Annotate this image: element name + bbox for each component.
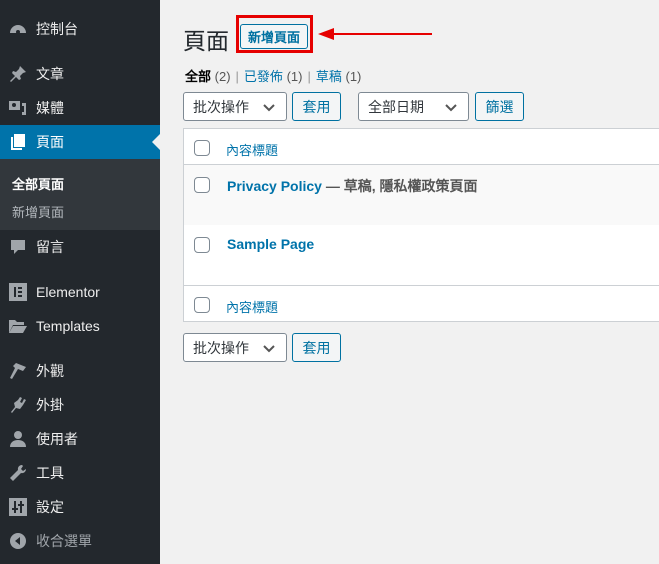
column-title-footer[interactable]: 內容標題: [226, 297, 278, 316]
sidebar-item-elementor[interactable]: Elementor: [0, 275, 160, 309]
highlight-box: [236, 15, 313, 53]
sidebar-item-label: 設定: [36, 499, 64, 515]
sidebar-item-comments[interactable]: 留言: [0, 230, 160, 264]
sidebar-item-label: 收合選單: [36, 533, 92, 549]
elementor-icon: [0, 283, 36, 301]
chevron-down-icon: [263, 104, 275, 112]
sidebar-item-label: 工具: [36, 465, 64, 481]
sidebar-item-label: 外觀: [36, 363, 64, 379]
sidebar-item-label: 媒體: [36, 100, 64, 116]
pin-icon: [0, 64, 36, 84]
date-filter-select[interactable]: 全部日期: [358, 92, 469, 121]
sidebar-item-templates[interactable]: Templates: [0, 309, 160, 343]
sidebar-item-label: 頁面: [36, 134, 64, 150]
sidebar-item-users[interactable]: 使用者: [0, 422, 160, 456]
apply-button[interactable]: 套用: [292, 92, 341, 121]
user-icon: [0, 429, 36, 449]
page-title: 頁面: [183, 28, 229, 54]
select-all-checkbox[interactable]: [194, 297, 210, 313]
main-content: 頁面 新增頁面 全部 (2) | 已發佈 (1) | 草稿 (1) 批次操作 套用 全部…: [160, 0, 659, 564]
pages-table: 內容標題 Privacy Policy — 草稿, 隱私權政策頁面 Sample…: [183, 128, 659, 322]
sidebar-item-dashboard[interactable]: 控制台: [0, 12, 160, 46]
settings-icon: [0, 498, 36, 516]
filter-count: (1): [345, 69, 362, 84]
sidebar-item-label: Elementor: [36, 284, 100, 300]
submenu-add-new[interactable]: 新增頁面: [12, 202, 64, 221]
chevron-down-icon: [445, 104, 457, 112]
sidebar-item-appearance[interactable]: 外觀: [0, 354, 160, 388]
select-value: 全部日期: [368, 98, 424, 115]
select-value: 批次操作: [193, 339, 249, 356]
page-state: — 草稿, 隱私權政策頁面: [321, 178, 478, 194]
filter-count: (2): [214, 69, 231, 84]
folder-icon: [0, 317, 36, 335]
sidebar-item-posts[interactable]: 文章: [0, 57, 160, 91]
filter-all[interactable]: 全部: [185, 69, 211, 84]
row-checkbox[interactable]: [194, 237, 210, 253]
table-footer: 內容標題: [184, 287, 659, 322]
bulk-action-select[interactable]: 批次操作: [183, 92, 287, 121]
filter-count: (1): [286, 69, 303, 84]
sidebar-item-label: 外掛: [36, 397, 64, 413]
sidebar-item-plugins[interactable]: 外掛: [0, 388, 160, 422]
page-title-link[interactable]: Sample Page: [227, 236, 314, 252]
status-filters: 全部 (2) | 已發佈 (1) | 草稿 (1): [185, 69, 362, 84]
submenu-all-pages[interactable]: 全部頁面: [12, 174, 64, 193]
filter-button[interactable]: 篩選: [475, 92, 524, 121]
chevron-down-icon: [263, 345, 275, 353]
sidebar-item-label: 留言: [36, 239, 64, 255]
page-title-link[interactable]: Privacy Policy: [227, 178, 322, 194]
sidebar-item-media[interactable]: 媒體: [0, 91, 160, 125]
select-all-checkbox[interactable]: [194, 140, 210, 156]
apply-button-bottom[interactable]: 套用: [292, 333, 341, 362]
collapse-menu-button[interactable]: 收合選單: [0, 524, 160, 558]
pages-icon: [0, 132, 36, 152]
sidebar-item-label: 控制台: [36, 21, 78, 37]
admin-sidebar: 控制台 文章 媒體 頁面 全部頁面 新增頁面 留言 Elementor Temp…: [0, 0, 160, 564]
arrow-annotation: [318, 28, 432, 40]
row-checkbox[interactable]: [194, 177, 210, 193]
pages-submenu: 全部頁面 新增頁面: [0, 159, 160, 230]
table-row: Sample Page: [184, 225, 659, 286]
table-row: Privacy Policy — 草稿, 隱私權政策頁面: [184, 165, 659, 225]
column-title-header[interactable]: 內容標題: [226, 140, 278, 159]
dashboard-icon: [0, 19, 36, 39]
sidebar-item-label: Templates: [36, 318, 100, 334]
filter-published[interactable]: 已發佈: [244, 69, 283, 84]
sidebar-item-label: 使用者: [36, 431, 78, 447]
media-icon: [0, 98, 36, 118]
sidebar-item-pages[interactable]: 頁面: [0, 125, 160, 159]
comment-icon: [0, 237, 36, 257]
filter-draft[interactable]: 草稿: [316, 69, 342, 84]
paintbrush-icon: [0, 361, 36, 381]
collapse-icon: [0, 532, 36, 550]
wrench-icon: [0, 463, 36, 483]
sidebar-item-label: 文章: [36, 66, 64, 82]
select-value: 批次操作: [193, 98, 249, 115]
sidebar-item-tools[interactable]: 工具: [0, 456, 160, 490]
table-header: 內容標題: [184, 129, 659, 165]
plugin-icon: [0, 395, 36, 415]
sidebar-item-settings[interactable]: 設定: [0, 490, 160, 524]
bulk-action-select-bottom[interactable]: 批次操作: [183, 333, 287, 362]
